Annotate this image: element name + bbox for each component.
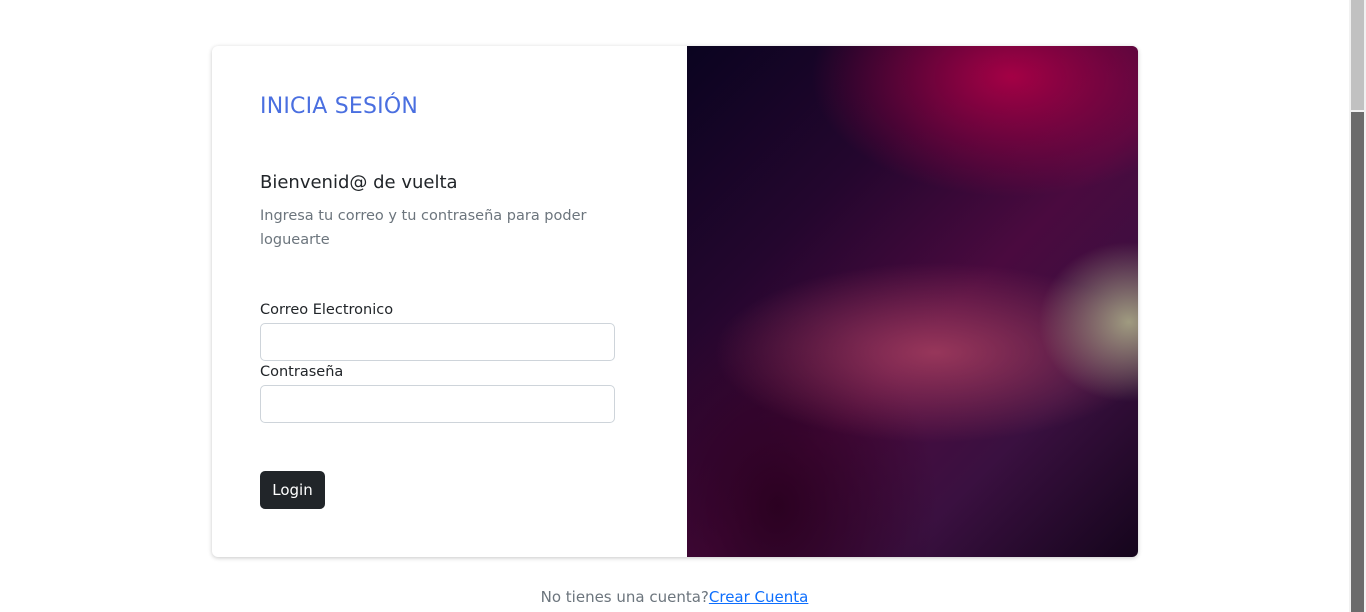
email-label: Correo Electronico bbox=[260, 302, 394, 318]
signup-prompt: No tienes una cuenta?Crear Cuenta bbox=[0, 588, 1349, 606]
create-account-link[interactable]: Crear Cuenta bbox=[709, 588, 808, 606]
welcome-heading: Bienvenid@ de vuelta bbox=[260, 172, 458, 193]
vertical-scrollbar[interactable] bbox=[1349, 0, 1366, 612]
login-card: INICIA SESIÓN Bienvenid@ de vuelta Ingre… bbox=[212, 46, 1138, 557]
login-form-panel: INICIA SESIÓN Bienvenid@ de vuelta Ingre… bbox=[212, 46, 687, 557]
page-title: INICIA SESIÓN bbox=[260, 94, 419, 119]
login-description: Ingresa tu correo y tu contraseña para p… bbox=[260, 208, 587, 248]
scrollbar-thumb[interactable] bbox=[1351, 0, 1364, 110]
signup-prompt-text: No tienes una cuenta? bbox=[540, 588, 709, 606]
scrollbar-track[interactable] bbox=[1351, 112, 1364, 612]
login-button[interactable]: Login bbox=[260, 471, 325, 509]
email-field[interactable] bbox=[260, 323, 615, 361]
page: INICIA SESIÓN Bienvenid@ de vuelta Ingre… bbox=[0, 0, 1366, 612]
decorative-image bbox=[687, 46, 1138, 557]
password-label: Contraseña bbox=[260, 364, 344, 380]
password-field[interactable] bbox=[260, 385, 615, 423]
